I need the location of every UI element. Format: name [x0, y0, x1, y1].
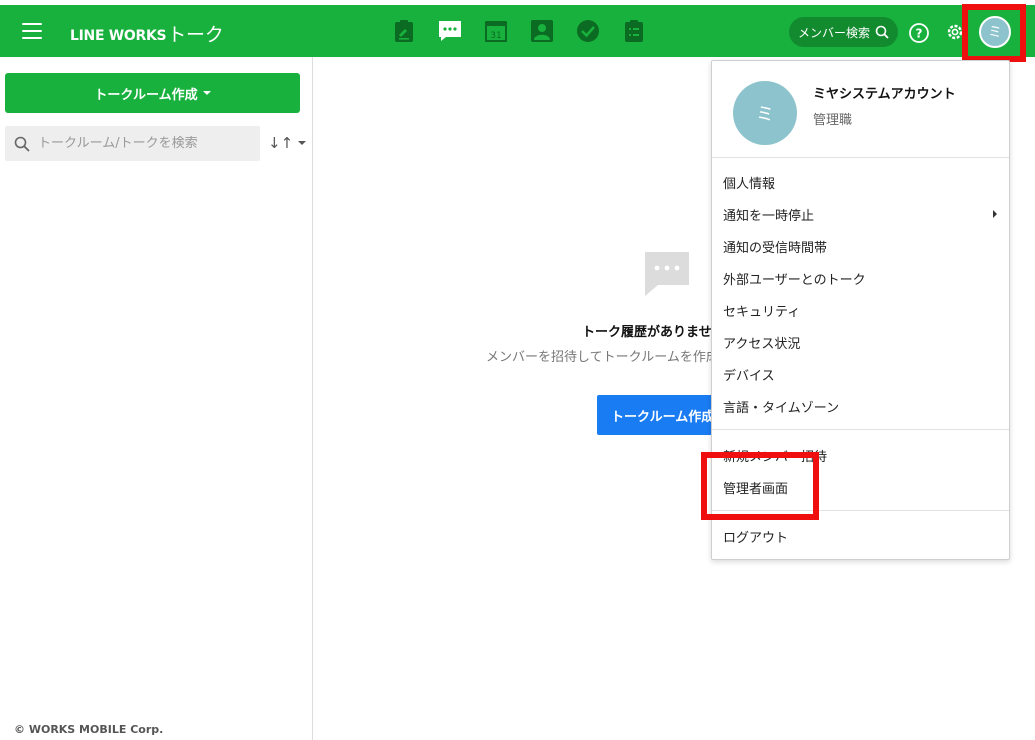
member-search-label: メンバー検索: [798, 25, 871, 40]
sidebar: トークルーム作成 ↓↑ © WORKS MOBILE Corp.: [0, 57, 313, 740]
menu-item-devices[interactable]: デバイス: [723, 362, 1003, 386]
contacts-icon[interactable]: [519, 18, 565, 44]
menu-item-security[interactable]: セキュリティ: [723, 298, 1003, 322]
menu-item-profile[interactable]: 個人情報: [723, 170, 1003, 194]
menu-item-label: デバイス: [723, 368, 775, 384]
menu-item-notification-hours[interactable]: 通知の受信時間帯: [723, 234, 1003, 258]
talk-search-input[interactable]: [38, 136, 238, 151]
menu-item-language-timezone[interactable]: 言語・タイムゾーン: [723, 394, 1003, 418]
empty-talk-icon: [645, 252, 689, 296]
task-icon[interactable]: [565, 18, 611, 44]
menu-item-admin-console[interactable]: 管理者画面: [723, 475, 1003, 499]
gear-icon[interactable]: [944, 21, 966, 43]
menu-item-label: 通知の受信時間帯: [723, 240, 828, 256]
search-icon: [14, 136, 30, 152]
menu-item-label: ログアウト: [723, 530, 789, 546]
svg-text:31: 31: [490, 31, 501, 41]
empty-create-talkroom-label: トークルーム作成: [611, 409, 715, 425]
menu-item-label: セキュリティ: [723, 304, 801, 320]
empty-state-title: トーク履歴がありません: [582, 325, 725, 340]
svg-text:?: ?: [916, 27, 923, 41]
survey-icon[interactable]: [611, 18, 657, 44]
talk-icon[interactable]: [427, 18, 473, 44]
search-icon: [875, 25, 889, 39]
copyright: © WORKS MOBILE Corp.: [14, 723, 164, 736]
chevron-right-icon: [993, 210, 997, 218]
create-talkroom-button[interactable]: トークルーム作成: [5, 73, 300, 113]
sort-icon: ↓↑: [268, 134, 294, 152]
menu-item-pause-notifications[interactable]: 通知を一時停止: [723, 202, 1003, 226]
menu-item-logout[interactable]: ログアウト: [723, 524, 1003, 548]
avatar[interactable]: ミ: [979, 16, 1011, 48]
member-search-button[interactable]: メンバー検索: [789, 17, 898, 47]
menu-item-label: 管理者画面: [723, 481, 789, 497]
menu-item-access-status[interactable]: アクセス状況: [723, 330, 1003, 354]
menu-item-label: 言語・タイムゾーン: [723, 400, 840, 416]
menu-item-external-talk[interactable]: 外部ユーザーとのトーク: [723, 266, 1003, 290]
menu-user-name: ミヤシステムアカウント: [813, 87, 956, 102]
menu-divider: [712, 510, 1009, 511]
menu-item-label: アクセス状況: [723, 336, 801, 352]
menu-divider: [712, 429, 1009, 430]
sort-button[interactable]: ↓↑: [268, 134, 307, 152]
menu-item-label: 通知を一時停止: [723, 208, 815, 224]
hamburger-menu-icon[interactable]: [22, 23, 42, 39]
menu-item-label: 個人情報: [723, 176, 776, 192]
profile-menu: ミ ミヤシステムアカウント 管理職 個人情報 通知を一時停止 通知の受信時間帯 …: [711, 60, 1010, 560]
board-icon[interactable]: [381, 18, 427, 44]
brand-logo[interactable]: LINE WORKSトーク: [70, 19, 224, 46]
service-nav: 31: [381, 18, 657, 44]
menu-item-label: 外部ユーザーとのトーク: [723, 272, 866, 288]
create-talkroom-label: トークルーム作成: [94, 87, 198, 103]
menu-user-role: 管理職: [813, 113, 853, 128]
help-icon[interactable]: ?: [908, 22, 930, 44]
chevron-down-icon: [202, 91, 211, 95]
menu-item-invite-member[interactable]: 新規メンバー招待: [723, 443, 1003, 467]
menu-divider: [712, 157, 1009, 158]
talk-search-box: [5, 126, 260, 161]
chevron-down-icon: [298, 141, 307, 145]
calendar-icon[interactable]: 31: [473, 18, 519, 44]
menu-avatar-initial: ミ: [756, 104, 774, 125]
avatar-initial: ミ: [988, 25, 1002, 41]
menu-avatar: ミ: [733, 81, 797, 145]
menu-item-label: 新規メンバー招待: [723, 449, 828, 465]
app-name: トーク: [167, 24, 224, 46]
brand-name: LINE WORKS: [70, 28, 167, 44]
